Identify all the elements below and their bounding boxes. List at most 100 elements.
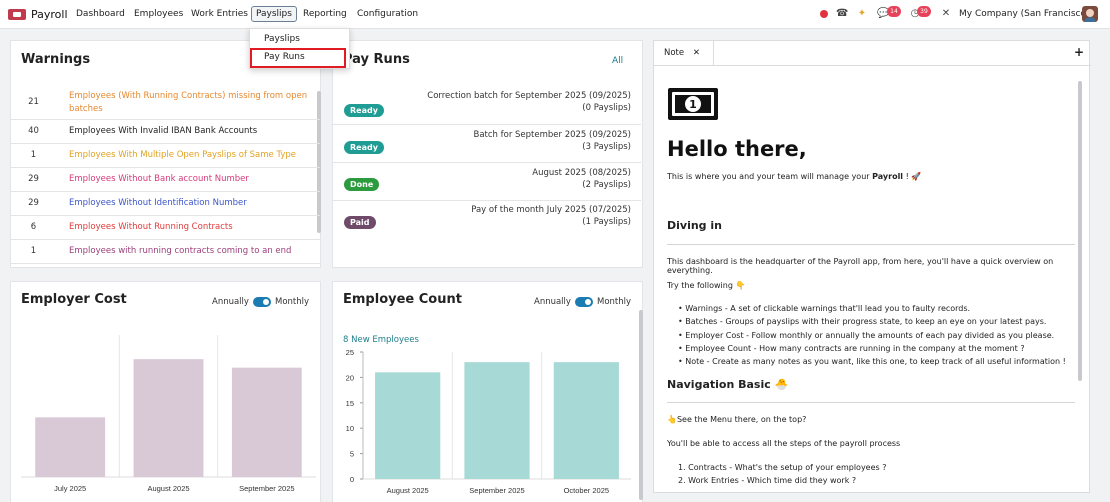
toggle-monthly-label[interactable]: Monthly (597, 297, 631, 307)
payruns-all-link[interactable]: All (612, 56, 623, 66)
chart-bar[interactable] (35, 417, 106, 477)
period-switch[interactable] (253, 297, 271, 307)
menu-employees[interactable]: Employees (134, 9, 183, 19)
warning-text[interactable]: Employees Without Bank account Number (69, 173, 314, 186)
payrun-row[interactable]: Ready Correction batch for September 202… (333, 87, 641, 125)
payroll-app-icon[interactable] (8, 9, 26, 20)
menu-work-entries[interactable]: Work Entries (191, 9, 248, 19)
payrun-name[interactable]: Pay of the month July 2025 (07/2025) (1 … (471, 204, 631, 228)
menu-configuration[interactable]: Configuration (357, 9, 418, 19)
chart-y-tick-label: 5 (350, 450, 354, 459)
note-paragraph: This dashboard is the headquarter of the… (667, 257, 1054, 275)
dropdown-item-pay-runs[interactable]: Pay Runs (264, 52, 305, 62)
payrun-row[interactable]: Paid Pay of the month July 2025 (07/2025… (333, 201, 641, 239)
employer-cost-chart: July 2025 August 2025 September 2025 (21, 335, 316, 493)
menu-dashboard[interactable]: Dashboard (76, 9, 125, 19)
period-toggle[interactable]: Annually Monthly (534, 297, 631, 307)
warning-text[interactable]: Employees (With Running Contracts) missi… (69, 90, 314, 116)
note-bullet-text: Employer Cost - Follow monthly or annual… (685, 331, 1055, 340)
chart-bar[interactable] (133, 359, 204, 477)
close-icon[interactable]: ✕ (693, 48, 700, 58)
payrun-title: Correction batch for September 2025 (09/… (427, 91, 631, 101)
payrun-title: Pay of the month July 2025 (07/2025) (471, 205, 631, 215)
payruns-title: Pay Runs (343, 52, 410, 67)
payrun-payslip-count: (1 Payslips) (582, 217, 631, 227)
note-bullet-text: Employee Count - How many contracts are … (685, 344, 1025, 353)
note-bullet: • Note - Create as many notes as you wan… (678, 357, 1066, 366)
employee-count-scrollbar[interactable] (639, 310, 643, 500)
top-navbar: Payroll Dashboard Employees Work Entries… (0, 0, 1110, 29)
payrun-name[interactable]: Batch for September 2025 (09/2025) (3 Pa… (474, 129, 632, 153)
employee-count-chart: 0 5 10 15 20 25 August 2025 September 2025 Octob… (346, 348, 631, 495)
tools-icon[interactable]: ✕ (940, 8, 952, 20)
note-paragraph: Try the following 👇 (667, 281, 746, 290)
warning-row[interactable]: 40 Employees With Invalid IBAN Bank Acco… (11, 120, 320, 144)
chart-x-tick-label: July 2025 (54, 484, 86, 493)
chart-bar[interactable] (231, 367, 302, 477)
chart-bar[interactable] (375, 372, 441, 479)
warning-text[interactable]: Employees Without Identification Number (69, 197, 314, 210)
warning-text[interactable]: Employees Without Running Contracts (69, 221, 314, 234)
note-bullet: • Employee Count - How many contracts ar… (678, 344, 1025, 353)
add-note-icon[interactable]: + (1074, 45, 1084, 59)
note-scrollbar[interactable] (1078, 81, 1082, 381)
note-card: Note ✕ + 1 Hello there, This is where yo… (653, 40, 1091, 493)
payrun-payslip-count: (2 Payslips) (582, 180, 631, 190)
payrun-title: August 2025 (08/2025) (532, 168, 631, 178)
warning-count: 1 (30, 150, 37, 160)
warning-row[interactable]: 6 Employees Without Running Contracts (11, 216, 320, 240)
menu-reporting[interactable]: Reporting (303, 9, 347, 19)
payrun-payslip-count: (3 Payslips) (582, 142, 631, 152)
chart-x-tick-label: September 2025 (239, 484, 294, 493)
period-switch[interactable] (575, 297, 593, 307)
payrun-row[interactable]: Done August 2025 (08/2025) (2 Payslips) (333, 163, 641, 201)
payrun-name[interactable]: August 2025 (08/2025) (2 Payslips) (532, 167, 631, 191)
chart-bar[interactable] (553, 362, 619, 479)
chart-bar[interactable] (464, 362, 530, 479)
payrun-name[interactable]: Correction batch for September 2025 (09/… (427, 90, 631, 114)
warning-row[interactable]: 1 Employees with running contracts comin… (11, 240, 320, 264)
app-name[interactable]: Payroll (31, 8, 68, 21)
company-switcher[interactable]: My Company (San Francisco) (959, 9, 1089, 19)
dropdown-item-payslips[interactable]: Payslips (264, 34, 300, 44)
toggle-annually-label[interactable]: Annually (534, 297, 571, 307)
payrun-row[interactable]: Ready Batch for September 2025 (09/2025)… (333, 125, 641, 163)
warning-text[interactable]: Employees With Invalid IBAN Bank Account… (69, 125, 314, 138)
note-bullet: • Employer Cost - Follow monthly or annu… (678, 331, 1055, 340)
phone-icon[interactable]: ☎ (836, 8, 848, 20)
menu-payslips[interactable]: Payslips (251, 6, 297, 22)
warning-text[interactable]: Employees with running contracts coming … (69, 245, 314, 258)
note-bullet-text: Note - Create as many notes as you want,… (685, 357, 1066, 366)
payslips-dropdown-menu: Payslips Pay Runs (249, 28, 350, 69)
warning-count: 6 (30, 222, 37, 232)
warnings-title: Warnings (21, 52, 91, 67)
warning-row[interactable]: 1 Employees With Multiple Open Payslips … (11, 144, 320, 168)
note-divider (667, 402, 1075, 403)
warning-count: 21 (28, 97, 39, 107)
note-tab[interactable]: Note ✕ (654, 41, 714, 65)
dashboard-content: Warnings 21 Employees (With Running Cont… (0, 29, 1110, 502)
warning-row[interactable]: 29 Employees Without Bank account Number (11, 168, 320, 192)
new-employees-subtitle: 8 New Employees (343, 335, 419, 345)
period-toggle[interactable]: Annually Monthly (212, 297, 309, 307)
chart-x-tick-label: August 2025 (147, 484, 189, 493)
employee-count-card: Employee Count Annually Monthly 8 New Em… (332, 281, 643, 502)
note-divider (667, 244, 1075, 245)
ai-icon[interactable]: ✦ (856, 8, 868, 20)
note-heading: Hello there, (667, 137, 807, 161)
status-badge: Ready (344, 141, 384, 154)
svg-text:1: 1 (689, 98, 697, 111)
user-avatar[interactable] (1082, 6, 1098, 22)
toggle-monthly-label[interactable]: Monthly (275, 297, 309, 307)
warning-text[interactable]: Employees With Multiple Open Payslips of… (69, 149, 314, 162)
toggle-annually-label[interactable]: Annually (212, 297, 249, 307)
chart-y-tick-label: 10 (346, 424, 354, 433)
note-tab-label: Note (664, 48, 685, 58)
warning-count: 29 (28, 174, 39, 184)
recording-indicator-icon[interactable] (820, 10, 828, 18)
chart-x-tick-label: September 2025 (469, 486, 524, 495)
warning-row[interactable]: 21 Employees (With Running Contracts) mi… (11, 87, 320, 120)
note-bullet: • Warnings - A set of clickable warnings… (678, 304, 971, 313)
warning-row[interactable]: 29 Employees Without Identification Numb… (11, 192, 320, 216)
note-bullet-text: Warnings - A set of clickable warnings t… (685, 304, 971, 313)
